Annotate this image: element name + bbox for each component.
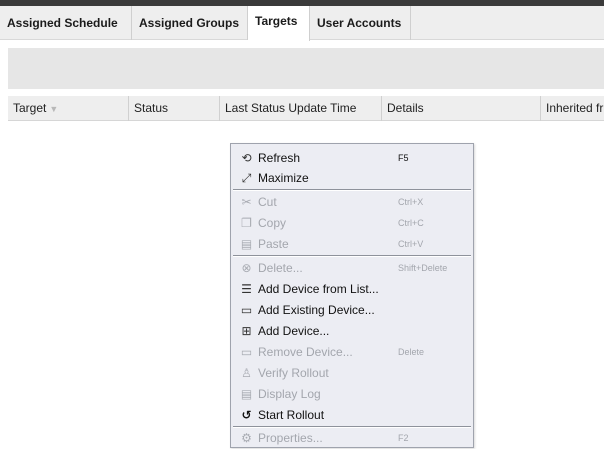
menu-item-refresh[interactable]: ⟲ Refresh F5 (231, 148, 473, 169)
menu-item-label: Verify Rollout (258, 366, 329, 380)
tab-user-accounts[interactable]: User Accounts (310, 6, 411, 40)
delete-icon: ⊗ (241, 261, 252, 275)
menu-item-label: Remove Device... (258, 345, 353, 359)
add-device-from-list-icon: ☰ (241, 282, 252, 296)
menu-item-label: Refresh (258, 151, 301, 165)
add-device-icon: ⊞ (241, 324, 252, 338)
cut-icon: ✂ (241, 195, 252, 209)
menu-item-remove-device[interactable]: ▭ Remove Device... Delete (231, 342, 473, 363)
column-header-target[interactable]: Target ▼ (8, 96, 129, 121)
properties-icon: ⚙ (241, 431, 252, 445)
copy-icon: ❐ (241, 216, 252, 230)
tab-targets[interactable]: Targets (248, 6, 310, 41)
menu-item-delete[interactable]: ⊗ Delete... Shift+Delete (231, 258, 473, 279)
column-header-details[interactable]: Details (382, 96, 541, 121)
menu-item-shortcut: Ctrl+V (398, 239, 424, 249)
column-header-inherited-from[interactable]: Inherited fr (541, 96, 604, 121)
menu-item-label: Start Rollout (258, 408, 325, 422)
menu-item-add-device[interactable]: ⊞ Add Device... (231, 321, 473, 342)
menu-item-label: Add Device... (258, 324, 330, 338)
menu-item-shortcut: Delete (398, 347, 425, 357)
tab-assigned-schedule[interactable]: Assigned Schedule (0, 6, 132, 40)
menu-item-label: Maximize (258, 171, 309, 185)
menu-separator-highlight (233, 256, 471, 257)
menu-item-label: Properties... (258, 431, 323, 445)
menu-item-verify-rollout[interactable]: ♙ Verify Rollout (231, 363, 473, 384)
menu-item-label: Copy (258, 216, 287, 230)
menu-item-start-rollout[interactable]: ↺ Start Rollout (231, 405, 473, 426)
sort-down-triangle-icon: ▼ (49, 104, 59, 114)
menu-item-shortcut: Ctrl+C (398, 218, 424, 228)
display-log-icon: ▤ (240, 387, 253, 401)
menu-item-add-device-from-list[interactable]: ☰ Add Device from List... (231, 279, 473, 300)
menu-item-copy[interactable]: ❐ Copy Ctrl+C (231, 213, 473, 234)
grid-header: Target ▼ Status Last Status Update Time D… (8, 96, 604, 121)
menu-item-label: Add Existing Device... (258, 303, 375, 317)
menu-item-label: Cut (258, 195, 277, 209)
menu-item-label: Paste (258, 237, 289, 251)
tab-assigned-groups[interactable]: Assigned Groups (132, 6, 248, 40)
column-header-last-status-update-time[interactable]: Last Status Update Time (220, 96, 382, 121)
refresh-icon: ⟲ (241, 151, 252, 165)
menu-item-label: Add Device from List... (258, 282, 379, 296)
menu-item-shortcut: Ctrl+X (398, 197, 424, 207)
menu-item-add-existing-device[interactable]: ▭ Add Existing Device... (231, 300, 473, 321)
column-header-status[interactable]: Status (129, 96, 220, 121)
verify-rollout-icon: ♙ (241, 366, 252, 380)
column-header-label: Target (13, 101, 47, 115)
add-existing-device-icon: ▭ (240, 303, 253, 317)
start-rollout-icon: ↺ (241, 408, 252, 422)
toolbar-area (8, 48, 604, 89)
menu-item-label: Display Log (258, 387, 321, 401)
menu-item-shortcut: F2 (398, 433, 409, 443)
menu-item-shortcut: Shift+Delete (398, 263, 448, 273)
paste-icon: ▤ (240, 237, 253, 251)
menu-item-shortcut: F5 (398, 153, 409, 163)
menu-item-label: Delete... (258, 261, 303, 275)
maximize-icon: ⤢ (241, 171, 252, 185)
remove-device-icon: ▭ (240, 345, 253, 359)
menu-item-paste[interactable]: ▤ Paste Ctrl+V (231, 234, 473, 255)
tab-strip: Assigned Schedule Assigned Groups Target… (0, 6, 604, 41)
menu-separator-highlight (233, 190, 471, 191)
menu-item-cut[interactable]: ✂ Cut Ctrl+X (231, 192, 473, 213)
menu-item-maximize[interactable]: ⤢ Maximize (231, 168, 473, 189)
menu-item-properties[interactable]: ⚙ Properties... F2 (231, 428, 473, 449)
menu-item-display-log[interactable]: ▤ Display Log (231, 384, 473, 405)
context-menu: ⟲ Refresh F5 ⤢ Maximize ✂ Cut Ctrl+X ❐ C… (230, 143, 474, 448)
